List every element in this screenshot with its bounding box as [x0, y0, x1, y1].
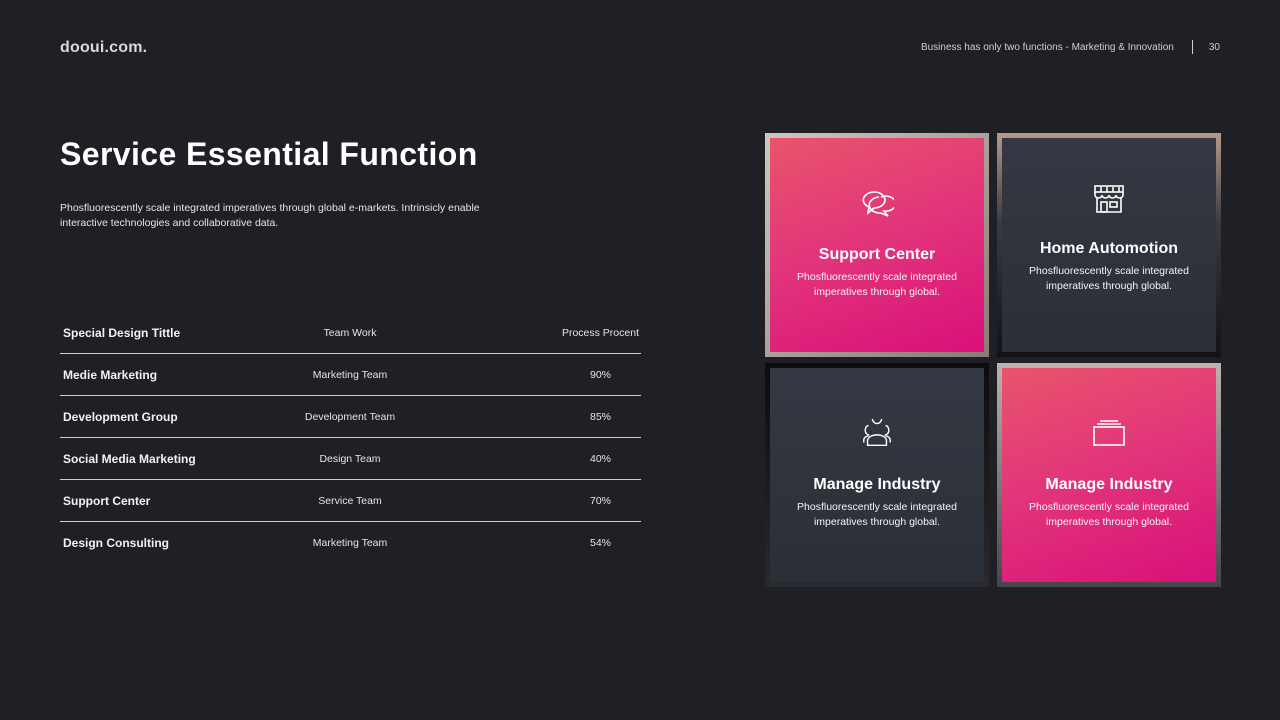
service-tile-support-center: Support Center Phosfluorescently scale i…: [765, 133, 989, 357]
table-cell-team: Development Team: [304, 410, 396, 423]
chat-bubbles-icon: [860, 186, 894, 220]
table-cell-percent: 54%: [589, 537, 611, 549]
table-row: Development Group Development Team 85%: [60, 396, 641, 438]
table-cell-team: Design Team: [319, 452, 381, 465]
table-header-cell: Team Work: [323, 326, 377, 339]
service-tile-manage-industry: Manage Industry Phosfluorescently scale …: [765, 363, 989, 587]
table-row: Design Consulting Marketing Team 54%: [60, 522, 641, 564]
table-row: Medie Marketing Marketing Team 90%: [60, 354, 641, 396]
table-cell-title: Support Center: [63, 493, 151, 508]
table-cell-team: Marketing Team: [312, 537, 388, 549]
table-header-cell: Special Design Tittle: [63, 325, 181, 340]
tile-description: Phosfluorescently scale integrated imper…: [1029, 501, 1189, 528]
service-tile-manage-industry-2: Manage Industry Phosfluorescently scale …: [997, 363, 1221, 587]
tile-panel: Manage Industry Phosfluorescently scale …: [770, 368, 984, 582]
tile-description: Phosfluorescently scale integrated imper…: [1029, 265, 1189, 292]
page-title: Service Essential Function: [60, 136, 478, 172]
table-cell-percent: 90%: [589, 368, 611, 381]
table-cell-title: Medie Marketing: [63, 367, 158, 382]
table-header-cell: Process Procent: [561, 326, 639, 339]
table-cell-title: Social Media Marketing: [63, 451, 196, 466]
tile-panel: Manage Industry Phosfluorescently scale …: [1002, 368, 1216, 582]
tile-title: Home Automotion: [1039, 240, 1179, 257]
table-row: Social Media Marketing Design Team 40%: [60, 438, 641, 480]
table-cell-percent: 70%: [589, 494, 611, 507]
team-table: Special Design Tittle Team Work Process …: [60, 312, 641, 564]
header-tagline: Business has only two functions - Market…: [920, 41, 1174, 53]
table-cell-percent: 40%: [589, 452, 611, 465]
header-divider: [1191, 40, 1193, 54]
table-cell-team: Service Team: [318, 494, 382, 507]
stacked-cards-icon: [1092, 416, 1126, 450]
table-header-row: Special Design Tittle Team Work Process …: [60, 312, 641, 354]
users-icon: [860, 416, 894, 450]
tile-title: Manage Industry: [1045, 476, 1173, 493]
service-tiles: Support Center Phosfluorescently scale i…: [765, 133, 1221, 587]
tile-title: Support Center: [818, 246, 936, 263]
table-cell-title: Design Consulting: [63, 536, 169, 550]
storefront-icon: [1092, 182, 1126, 216]
table-cell-percent: 85%: [589, 410, 611, 423]
brand-logo: dooui.com.: [60, 39, 148, 56]
page-number: 30: [1208, 41, 1220, 53]
table-cell-title: Development Group: [63, 409, 178, 424]
tile-description: Phosfluorescently scale integrated imper…: [797, 501, 957, 528]
header-meta: Business has only two functions - Market…: [921, 40, 1220, 54]
tile-title: Manage Industry: [813, 476, 941, 493]
service-tile-home-automotion: Home Automotion Phosfluorescently scale …: [997, 133, 1221, 357]
tile-panel: Support Center Phosfluorescently scale i…: [770, 138, 984, 352]
intro-paragraph: Phosfluorescently scale integrated imper…: [60, 202, 480, 229]
table-row: Support Center Service Team 70%: [60, 480, 641, 522]
table-cell-team: Marketing Team: [312, 368, 388, 381]
tile-panel: Home Automotion Phosfluorescently scale …: [1002, 138, 1216, 352]
tile-description: Phosfluorescently scale integrated imper…: [797, 271, 957, 298]
